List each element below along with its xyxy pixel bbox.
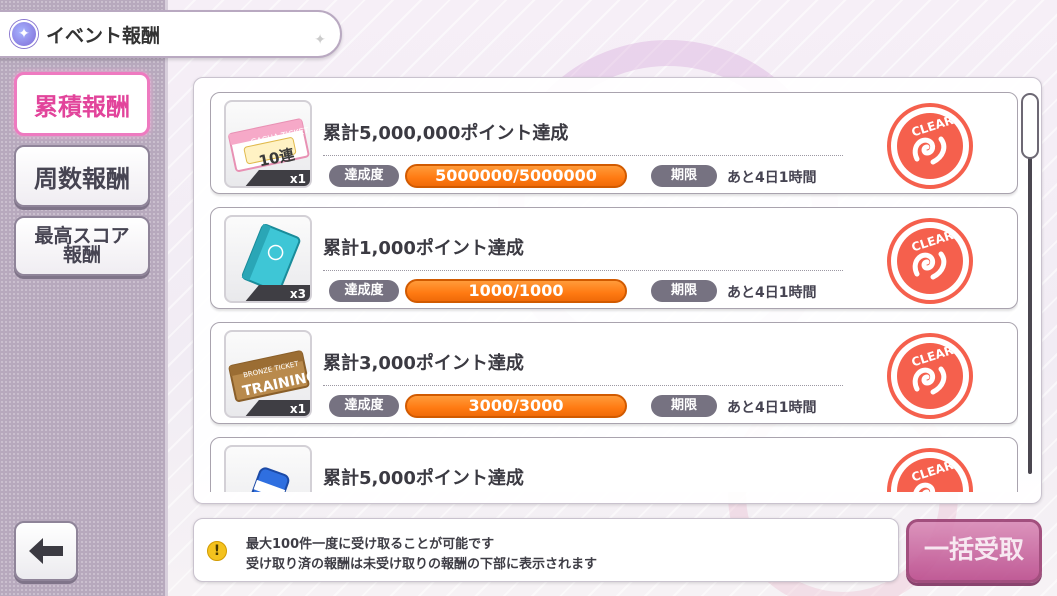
info-bar: ! 最大100件一度に受け取ることが可能です 受け取り済の報酬は未受け取りの報酬… <box>193 518 899 582</box>
reward-title: 累計5,000,000ポイント達成 <box>323 123 569 144</box>
reward-title: 累計3,000ポイント達成 <box>323 353 524 374</box>
clear-stamp-icon: CLEAR!! <box>887 103 973 189</box>
reward-title: 累計5,000ポイント達成 <box>323 468 524 489</box>
deadline-value: あと4日1時間 <box>727 285 817 301</box>
tab-cumulative-reward[interactable]: 累積報酬 <box>14 72 150 136</box>
reward-row: BRONZE TICKET TRAINING x1 累計3,000ポイント達成 … <box>210 322 1018 424</box>
deadline-label: 期限 <box>651 395 717 417</box>
deadline-value: あと4日1時間 <box>727 400 817 416</box>
drink-can-icon <box>245 467 290 492</box>
deadline-value: あと4日1時間 <box>727 170 817 186</box>
reward-list[interactable]: GACHA TICKET 10連 x1 累計5,000,000ポイント達成 達成… <box>210 92 1018 492</box>
page-title: イベント報酬 <box>46 24 161 47</box>
achievement-label: 達成度 <box>329 165 399 187</box>
tab-high-score-reward[interactable]: 最高スコア 報酬 <box>14 216 150 276</box>
info-text-line2: 受け取り済の報酬は未受け取りの報酬の下部に表示されます <box>246 557 598 572</box>
page-title-bar: ✦ イベント報酬 ✦ <box>0 10 342 58</box>
clear-stamp-icon: CLEAR!! <box>887 333 973 419</box>
achievement-label: 達成度 <box>329 280 399 302</box>
back-button[interactable] <box>14 521 78 581</box>
reward-list-panel: GACHA TICKET 10連 x1 累計5,000,000ポイント達成 達成… <box>193 77 1042 504</box>
reward-item-thumbnail: x3 <box>224 215 312 303</box>
progress-bar: 5000000/5000000 <box>405 164 627 188</box>
tab-lap-reward[interactable]: 周数報酬 <box>14 145 150 207</box>
reward-row: 累計5,000ポイント達成 CLEAR!! <box>210 437 1018 492</box>
warning-icon: ! <box>207 541 227 561</box>
claim-all-button[interactable]: 一括受取 <box>906 519 1042 583</box>
reward-title: 累計1,000ポイント達成 <box>323 238 524 259</box>
scrollbar-thumb[interactable] <box>1021 93 1039 159</box>
reward-row: x3 累計1,000ポイント達成 達成度 1000/1000 期限 あと4日1時… <box>210 207 1018 309</box>
achievement-label: 達成度 <box>329 395 399 417</box>
reward-item-thumbnail <box>224 445 312 492</box>
progress-bar: 3000/3000 <box>405 394 627 418</box>
event-icon: ✦ <box>10 20 38 48</box>
sparkle-icon: ✦ <box>314 32 326 48</box>
reward-item-thumbnail: BRONZE TICKET TRAINING x1 <box>224 330 312 418</box>
reward-item-thumbnail: GACHA TICKET 10連 x1 <box>224 100 312 188</box>
deadline-label: 期限 <box>651 280 717 302</box>
clear-stamp-icon: CLEAR!! <box>887 448 973 492</box>
progress-bar: 1000/1000 <box>405 279 627 303</box>
arrow-left-icon <box>29 538 63 564</box>
info-text-line1: 最大100件一度に受け取ることが可能です <box>246 537 495 552</box>
clear-stamp-icon: CLEAR!! <box>887 218 973 304</box>
deadline-label: 期限 <box>651 165 717 187</box>
reward-row: GACHA TICKET 10連 x1 累計5,000,000ポイント達成 達成… <box>210 92 1018 194</box>
